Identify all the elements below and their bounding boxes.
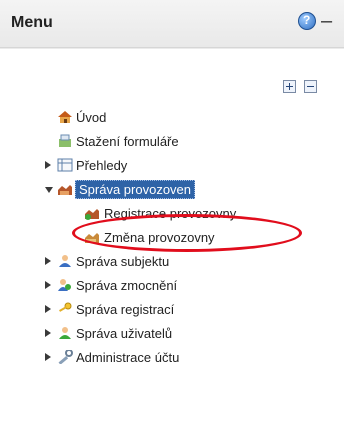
tree-item-sprava-zmocneni[interactable]: Správa zmocnění [45, 276, 245, 295]
home-icon [58, 111, 72, 123]
tree-item-label: Správa registrací [76, 302, 175, 317]
tree-item-label: Správa zmocnění [76, 278, 178, 293]
user-icon [59, 255, 71, 267]
expand-arrow-icon[interactable] [45, 257, 51, 265]
tree-item-sprava-uzivatelu[interactable]: Správa uživatelů [45, 324, 245, 343]
expand-arrow-icon[interactable] [45, 329, 51, 337]
tree-item-sprava-provozoven[interactable]: Správa provozoven [45, 180, 245, 199]
tree-item-label: Správa subjektu [76, 254, 170, 269]
download-form-icon [59, 134, 71, 147]
user-group-icon [59, 327, 71, 339]
tree-item-sprava-registraci[interactable]: Správa registrací [45, 300, 245, 319]
expand-arrow-icon[interactable] [45, 281, 51, 289]
tree-item-sprava-subjektu[interactable]: Správa subjektu [45, 252, 245, 271]
users-icon [58, 279, 71, 291]
collapse-arrow-icon[interactable] [45, 187, 53, 193]
tree-item-label: Úvod [76, 110, 107, 125]
warehouse-icon [58, 185, 72, 195]
highlight-annotation-ellipse [72, 214, 302, 252]
expand-arrow-icon[interactable] [45, 161, 51, 169]
tree-item-label: Přehledy [76, 158, 128, 173]
help-icon[interactable] [298, 12, 316, 30]
tree-item-prehledy[interactable]: Přehledy [45, 156, 245, 175]
panel-header: Menu – [0, 0, 344, 48]
table-icon [57, 158, 73, 172]
factory-add-icon [85, 209, 99, 220]
tree-item-label: Správa provozoven [75, 180, 196, 199]
tree-item-label: Stažení formuláře [76, 134, 179, 149]
tree-item-label: Administrace účtu [76, 350, 180, 365]
expand-arrow-icon[interactable] [45, 353, 51, 361]
panel-title: Menu [11, 14, 53, 31]
expand-arrow-icon[interactable] [45, 305, 51, 313]
minus-box-icon[interactable] [304, 80, 317, 93]
key-icon [59, 302, 72, 312]
plus-box-icon[interactable] [283, 80, 296, 93]
wrench-icon [58, 350, 73, 364]
tree-item-label: Správa uživatelů [76, 326, 173, 341]
minimize-icon[interactable]: – [321, 11, 332, 31]
tree-item-administrace-uctu[interactable]: Administrace účtu [45, 348, 245, 367]
